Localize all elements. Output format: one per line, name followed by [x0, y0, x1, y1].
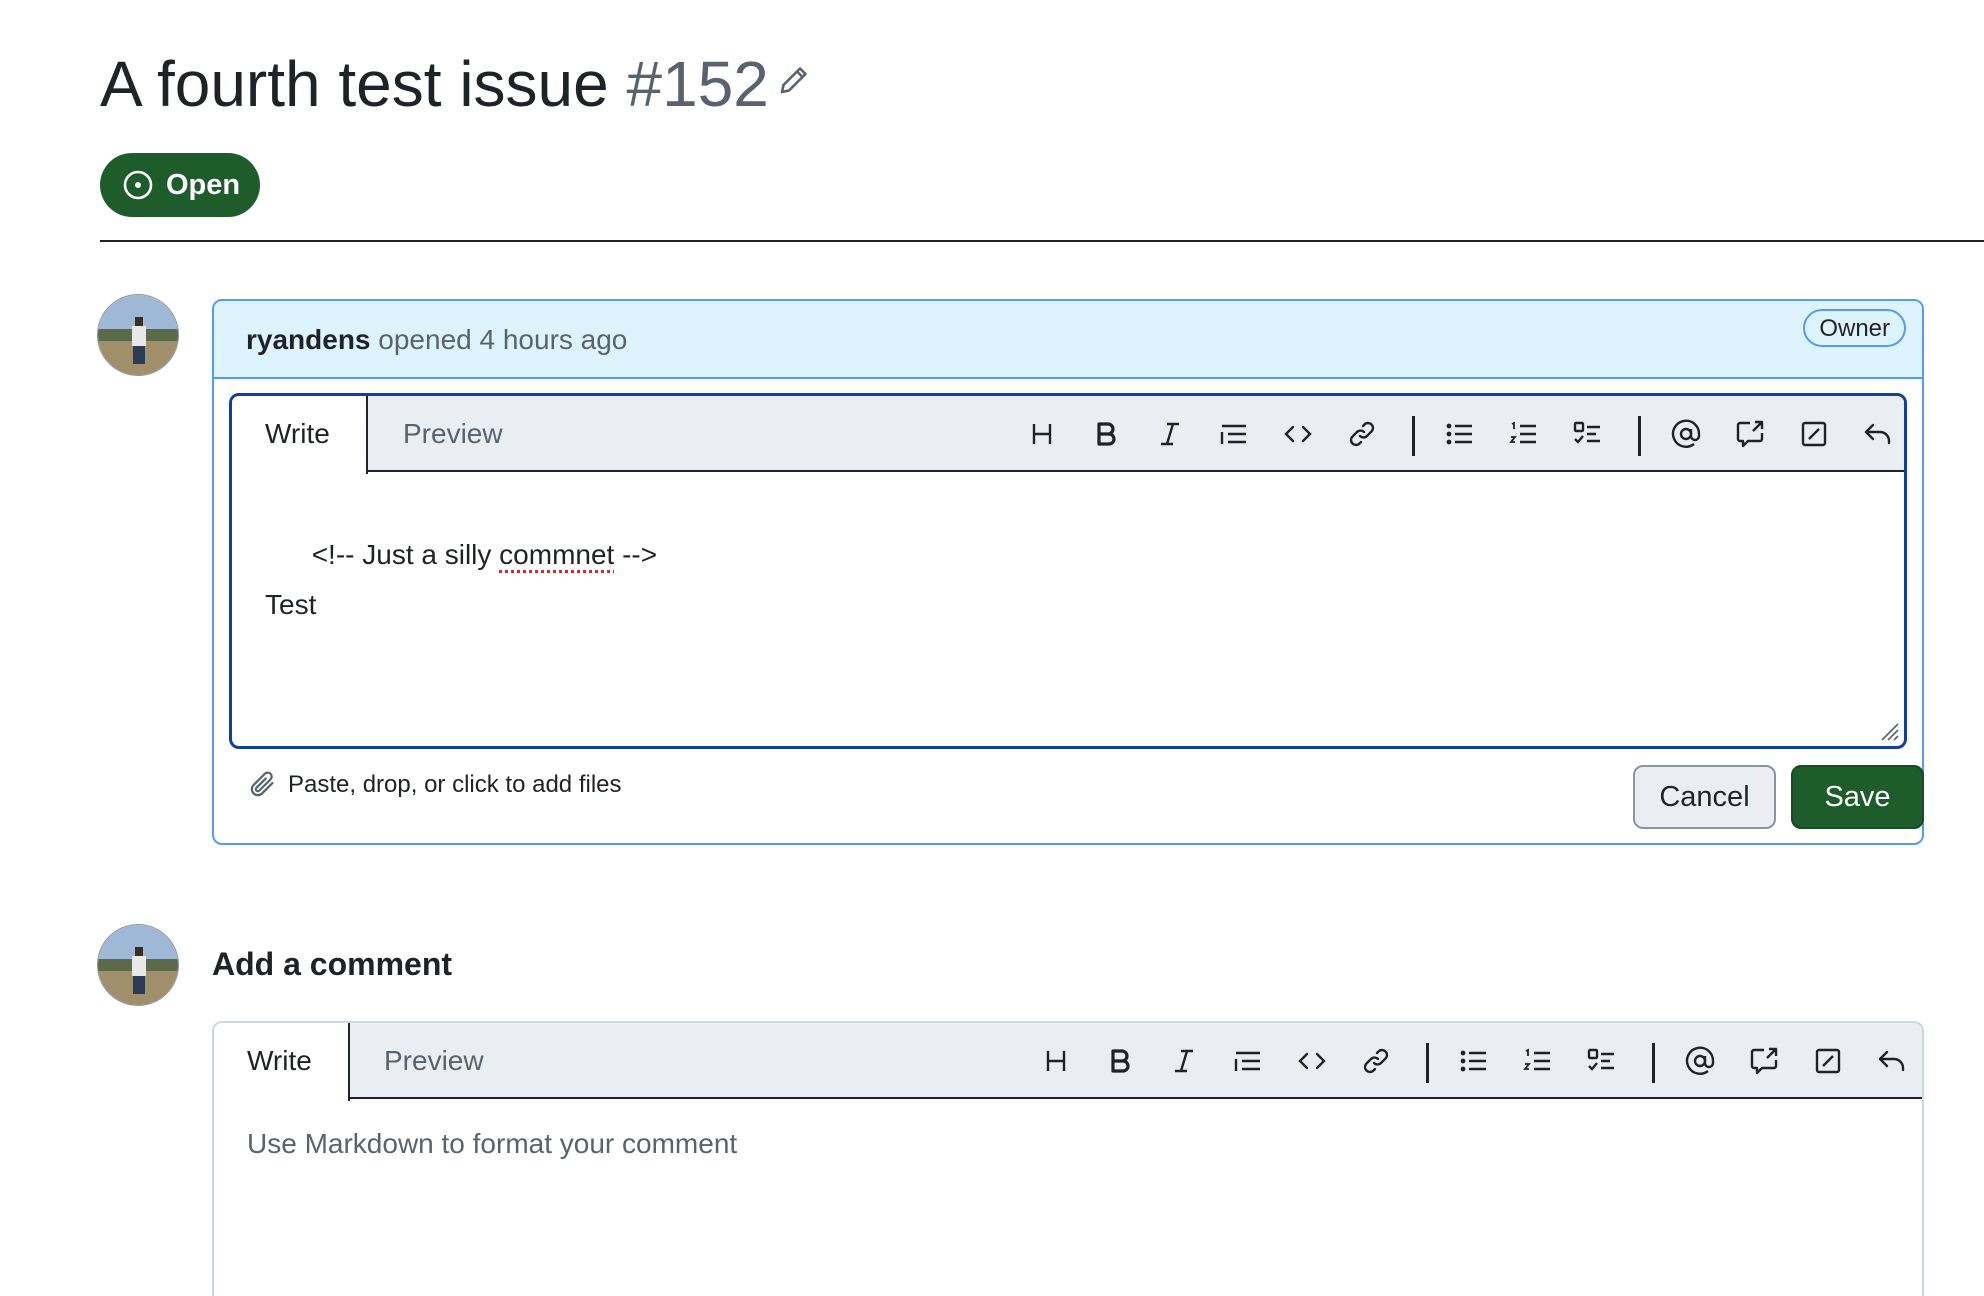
owner-badge: Owner: [1803, 309, 1906, 347]
issue-body-comment: ryandens opened 4 hours ago Owner Write …: [212, 299, 1924, 845]
pencil-icon[interactable]: [778, 64, 810, 96]
undo-icon[interactable]: [1870, 1039, 1914, 1083]
saved-replies-icon[interactable]: [1806, 1039, 1850, 1083]
link-icon[interactable]: [1354, 1039, 1398, 1083]
add-comment-heading: Add a comment: [212, 946, 453, 982]
comment-author[interactable]: ryandens: [246, 324, 371, 355]
textarea-line-1: <!-- Just a silly commnet -->: [312, 539, 657, 570]
toolbar-divider: [1652, 1043, 1655, 1083]
tab-write[interactable]: Write: [232, 396, 368, 474]
save-button[interactable]: Save: [1791, 765, 1924, 829]
avatar[interactable]: [97, 924, 179, 1006]
issue-number: #152: [626, 48, 769, 120]
comment-header: ryandens opened 4 hours ago Owner: [214, 301, 1922, 379]
code-icon[interactable]: [1276, 412, 1320, 456]
ordered-list-icon[interactable]: [1516, 1039, 1560, 1083]
italic-icon[interactable]: [1148, 412, 1192, 456]
new-comment-editor: Write Preview Use Markdown to format you…: [212, 1021, 1924, 1296]
editor-tab-bar: Write Preview: [232, 396, 1904, 474]
comment-meta: ryandens opened 4 hours ago: [246, 323, 627, 357]
link-icon[interactable]: [1340, 412, 1384, 456]
mention-icon[interactable]: [1678, 1039, 1722, 1083]
header-divider: [100, 240, 1984, 242]
bold-icon[interactable]: [1098, 1039, 1142, 1083]
toolbar-divider: [1426, 1043, 1429, 1083]
bold-icon[interactable]: [1084, 412, 1128, 456]
toolbar-divider: [1638, 416, 1641, 456]
unordered-list-icon[interactable]: [1438, 412, 1482, 456]
issue-title: A fourth test issue #152: [100, 44, 769, 124]
line1-suffix: -->: [614, 539, 658, 570]
line1-prefix: <!-- Just a silly: [311, 539, 500, 570]
heading-icon[interactable]: [1034, 1039, 1078, 1083]
ordered-list-icon[interactable]: [1502, 412, 1546, 456]
attach-files-label: Paste, drop, or click to add files: [288, 771, 622, 798]
misspelled-word: commnet: [499, 539, 615, 570]
cross-reference-icon[interactable]: [1728, 412, 1772, 456]
edit-comment-editor: Write Preview <!-- Just a silly commnet …: [229, 393, 1907, 749]
heading-icon[interactable]: [1020, 412, 1064, 456]
comment-textarea[interactable]: <!-- Just a silly commnet --> Test: [265, 504, 657, 640]
unordered-list-icon[interactable]: [1452, 1039, 1496, 1083]
quote-icon[interactable]: [1226, 1039, 1270, 1083]
paperclip-icon: [250, 771, 274, 797]
cross-reference-icon[interactable]: [1742, 1039, 1786, 1083]
saved-replies-icon[interactable]: [1792, 412, 1836, 456]
cancel-button[interactable]: Cancel: [1633, 765, 1776, 829]
avatar[interactable]: [97, 294, 179, 376]
issue-opened-icon: [123, 170, 153, 200]
toolbar-divider: [1412, 416, 1415, 456]
issue-title-text: A fourth test issue: [100, 48, 609, 120]
quote-icon[interactable]: [1212, 412, 1256, 456]
mention-icon[interactable]: [1664, 412, 1708, 456]
issue-state-label: Open: [166, 168, 241, 201]
code-icon[interactable]: [1290, 1039, 1334, 1083]
tab-preview[interactable]: Preview: [384, 1023, 484, 1099]
issue-state-badge: Open: [100, 153, 260, 217]
task-list-icon[interactable]: [1580, 1039, 1624, 1083]
tab-preview[interactable]: Preview: [403, 396, 503, 472]
italic-icon[interactable]: [1162, 1039, 1206, 1083]
resize-grip-icon[interactable]: [1876, 718, 1900, 742]
textarea-line-2: Test: [265, 589, 317, 620]
new-comment-textarea[interactable]: Use Markdown to format your comment: [247, 1127, 737, 1161]
attach-files[interactable]: Paste, drop, or click to add files: [248, 770, 622, 800]
editor-tab-bar: Write Preview: [214, 1023, 1922, 1101]
comment-timestamp: opened 4 hours ago: [378, 324, 628, 355]
tab-write[interactable]: Write: [214, 1023, 350, 1101]
task-list-icon[interactable]: [1566, 412, 1610, 456]
undo-icon[interactable]: [1856, 412, 1900, 456]
